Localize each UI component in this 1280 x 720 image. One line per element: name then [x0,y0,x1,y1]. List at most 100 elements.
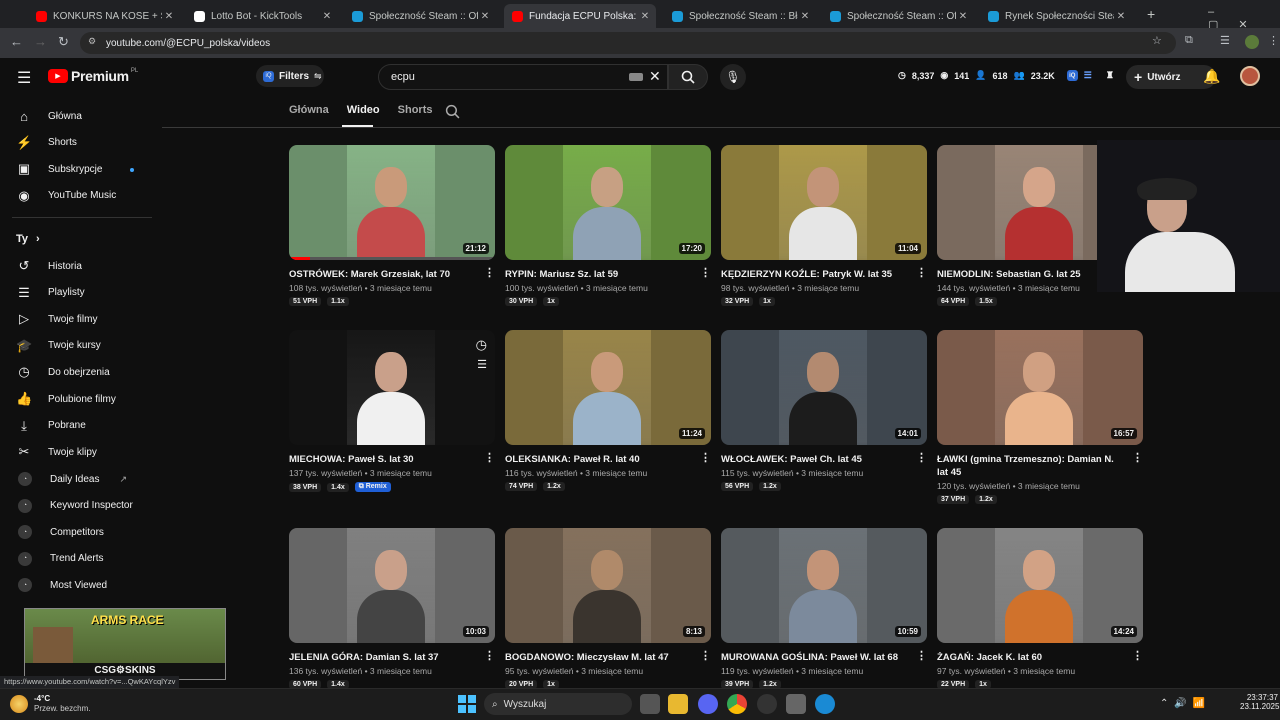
more-options-icon[interactable]: ⋮ [484,266,495,279]
notifications-bell-icon[interactable]: 🔔 [1203,68,1220,85]
more-options-icon[interactable]: ⋮ [484,451,495,464]
browser-tab[interactable]: Lotto Bot - KickTools ✕ [186,4,338,28]
more-options-icon[interactable]: ⋮ [700,451,711,464]
video-card[interactable]: 17:20 RYPIN: Mariusz Sz. lat 59 100 tys.… [505,145,711,306]
sidebar-item[interactable]: ◔ Daily Ideas ↗ [16,466,127,492]
video-thumbnail[interactable]: ◷ ☰ [289,330,495,445]
sidebar-item[interactable]: ◔ Most Viewed [16,572,107,598]
browser-tab[interactable]: KONKURS NA KOSE + SKIN✕ [28,4,180,28]
watch-later-icon[interactable]: ◷ [476,337,487,353]
video-title[interactable]: ŁAWKI (gmina Trzemeszno): Damian N. lat … [937,453,1143,479]
more-options-icon[interactable]: ⋮ [484,649,495,662]
sidebar-item[interactable]: ◔ Trend Alerts [16,546,104,572]
browser-tab[interactable]: Fundacja ECPU Polska: Łowcy P✕ [504,4,656,28]
site-info-icon[interactable]: ⚙ [88,36,96,47]
bookmark-star-icon[interactable]: ☆ [1152,34,1162,47]
sidebar-item[interactable]: ↺ Historia [16,253,82,279]
video-thumbnail[interactable]: 17:20 [505,145,711,260]
browser-tab[interactable]: Społeczność Steam :: Błąd ✕ [664,4,816,28]
task-view-icon[interactable] [640,694,660,714]
video-thumbnail[interactable]: 16:57 [937,330,1143,445]
channel-tab[interactable]: Shorts [398,104,433,116]
windows-start-icon[interactable] [458,695,476,713]
weather-icon[interactable] [10,695,28,713]
edge-icon[interactable] [815,694,835,714]
video-card[interactable]: ◷ ☰ MIECHOWA: Paweł S. lat 30 137 tys. wy… [289,330,495,492]
more-options-icon[interactable]: ⋮ [916,451,927,464]
add-to-queue-icon[interactable]: ☰ [477,358,487,371]
new-tab-button[interactable]: + [1147,6,1155,22]
sidebar-item[interactable]: 🎓 Twoje kursy [16,333,101,359]
video-card[interactable]: 11:24 OLEKSIANKA: Paweł R. lat 40 116 ty… [505,330,711,491]
sidebar-item[interactable]: ▣ Subskrypcje [16,156,103,182]
browser-tab[interactable]: Rynek Społeczności Steam :: O✕ [980,4,1132,28]
video-title[interactable]: KĘDZIERZYN KOŹLE: Patryk W. lat 35 [721,268,927,281]
sidebar-item[interactable]: ◔ Keyword Inspector [16,493,133,519]
close-tab-icon[interactable]: ✕ [1114,11,1128,22]
clock[interactable]: 23:37:37 23.11.2025 [1240,693,1279,711]
reading-list-icon[interactable]: ☰ [1220,34,1230,47]
video-card[interactable]: 10:59 MUROWANA GOŚLINA: Paweł W. lat 68 … [721,528,927,689]
close-tab-icon[interactable]: ✕ [478,11,492,22]
reload-icon[interactable]: ↻ [58,34,69,50]
sidebar-item[interactable]: ⌂ Główna [16,103,82,129]
you-section-header[interactable]: Ty › [16,233,40,245]
trophy-icon[interactable]: ♜ [1106,70,1114,81]
video-card[interactable]: 11:04 KĘDZIERZYN KOŹLE: Patryk W. lat 35… [721,145,927,306]
video-title[interactable]: OLEKSIANKA: Paweł R. lat 40 [505,453,711,466]
close-tab-icon[interactable]: ✕ [638,11,652,22]
video-thumbnail[interactable]: 11:04 [721,145,927,260]
channel-tab[interactable]: Główna [289,104,329,116]
ad-overlay[interactable]: ARMS RACE CSG⚙SKINS [24,608,226,680]
video-thumbnail[interactable]: 10:03 [289,528,495,643]
sidebar-item[interactable]: 👍 Polubione filmy [16,386,116,412]
video-thumbnail[interactable]: 14:01 [721,330,927,445]
taskbar-search[interactable]: ⌕ Wyszukaj [484,693,632,715]
back-icon[interactable]: ← [10,34,23,49]
search-input[interactable]: ecpu [378,64,668,90]
sidebar-item[interactable]: ⤓ Pobrane [16,413,86,439]
discord-icon[interactable] [698,694,718,714]
video-card[interactable]: 14:01 WŁOCŁAWEK: Paweł Ch. lat 45 115 ty… [721,330,927,491]
sidebar-item[interactable]: ◔ Competitors [16,519,104,545]
more-options-icon[interactable]: ⋮ [700,266,711,279]
clear-search-icon[interactable]: ✕ [649,68,661,85]
video-thumbnail[interactable]: 10:59 [721,528,927,643]
account-avatar[interactable] [1240,66,1260,86]
channel-tab[interactable]: Wideo [347,104,380,116]
video-title[interactable]: WŁOCŁAWEK: Paweł Ch. lat 45 [721,453,927,466]
more-options-icon[interactable]: ⋮ [916,266,927,279]
video-thumbnail[interactable]: 11:24 [505,330,711,445]
video-thumbnail[interactable]: 14:24 [937,528,1143,643]
video-title[interactable]: JELENIA GÓRA: Damian S. lat 37 [289,651,495,664]
video-card[interactable]: 8:13 BOGDANOWO: Mieczysław M. lat 47 95 … [505,528,711,689]
close-tab-icon[interactable]: ✕ [798,11,812,22]
video-thumbnail[interactable]: 21:12 [289,145,495,260]
search-button[interactable] [668,64,708,90]
sidebar-item[interactable]: ▷ Twoje filmy [16,306,97,332]
video-card[interactable]: 21:12 OSTRÓWEK: Marek Grzesiak, lat 70 1… [289,145,495,306]
more-options-icon[interactable]: ⋮ [1132,451,1143,464]
forward-icon[interactable]: → [34,34,47,49]
video-thumbnail[interactable]: 8:13 [505,528,711,643]
video-card[interactable]: 14:24 ŻAGAŃ: Jacek K. lat 60 97 tys. wyś… [937,528,1143,689]
channel-search-icon[interactable] [445,104,460,119]
profile-icon[interactable] [1245,35,1259,49]
video-title[interactable]: RYPIN: Mariusz Sz. lat 59 [505,268,711,281]
video-title[interactable]: OSTRÓWEK: Marek Grzesiak, lat 70 [289,268,495,281]
more-options-icon[interactable]: ⋮ [916,649,927,662]
chrome-icon[interactable] [727,694,747,714]
sidebar-item[interactable]: ⚡ Shorts [16,130,77,156]
app-icon[interactable] [757,694,777,714]
close-tab-icon[interactable]: ✕ [320,11,334,22]
extensions-icon[interactable]: ⧉ [1185,34,1193,47]
vidiq-icon[interactable]: iQ [1066,70,1078,81]
video-card[interactable]: 16:57 ŁAWKI (gmina Trzemeszno): Damian N… [937,330,1143,504]
filters-button[interactable]: iQ Filters ⇋ [256,65,324,87]
video-card[interactable]: 10:03 JELENIA GÓRA: Damian S. lat 37 136… [289,528,495,689]
close-tab-icon[interactable]: ✕ [956,11,970,22]
voice-search-icon[interactable]: 🎙 [720,64,746,90]
file-explorer-icon[interactable] [668,694,688,714]
menu-icon[interactable]: ⋮ [1268,34,1279,47]
more-options-icon[interactable]: ⋮ [1132,649,1143,662]
